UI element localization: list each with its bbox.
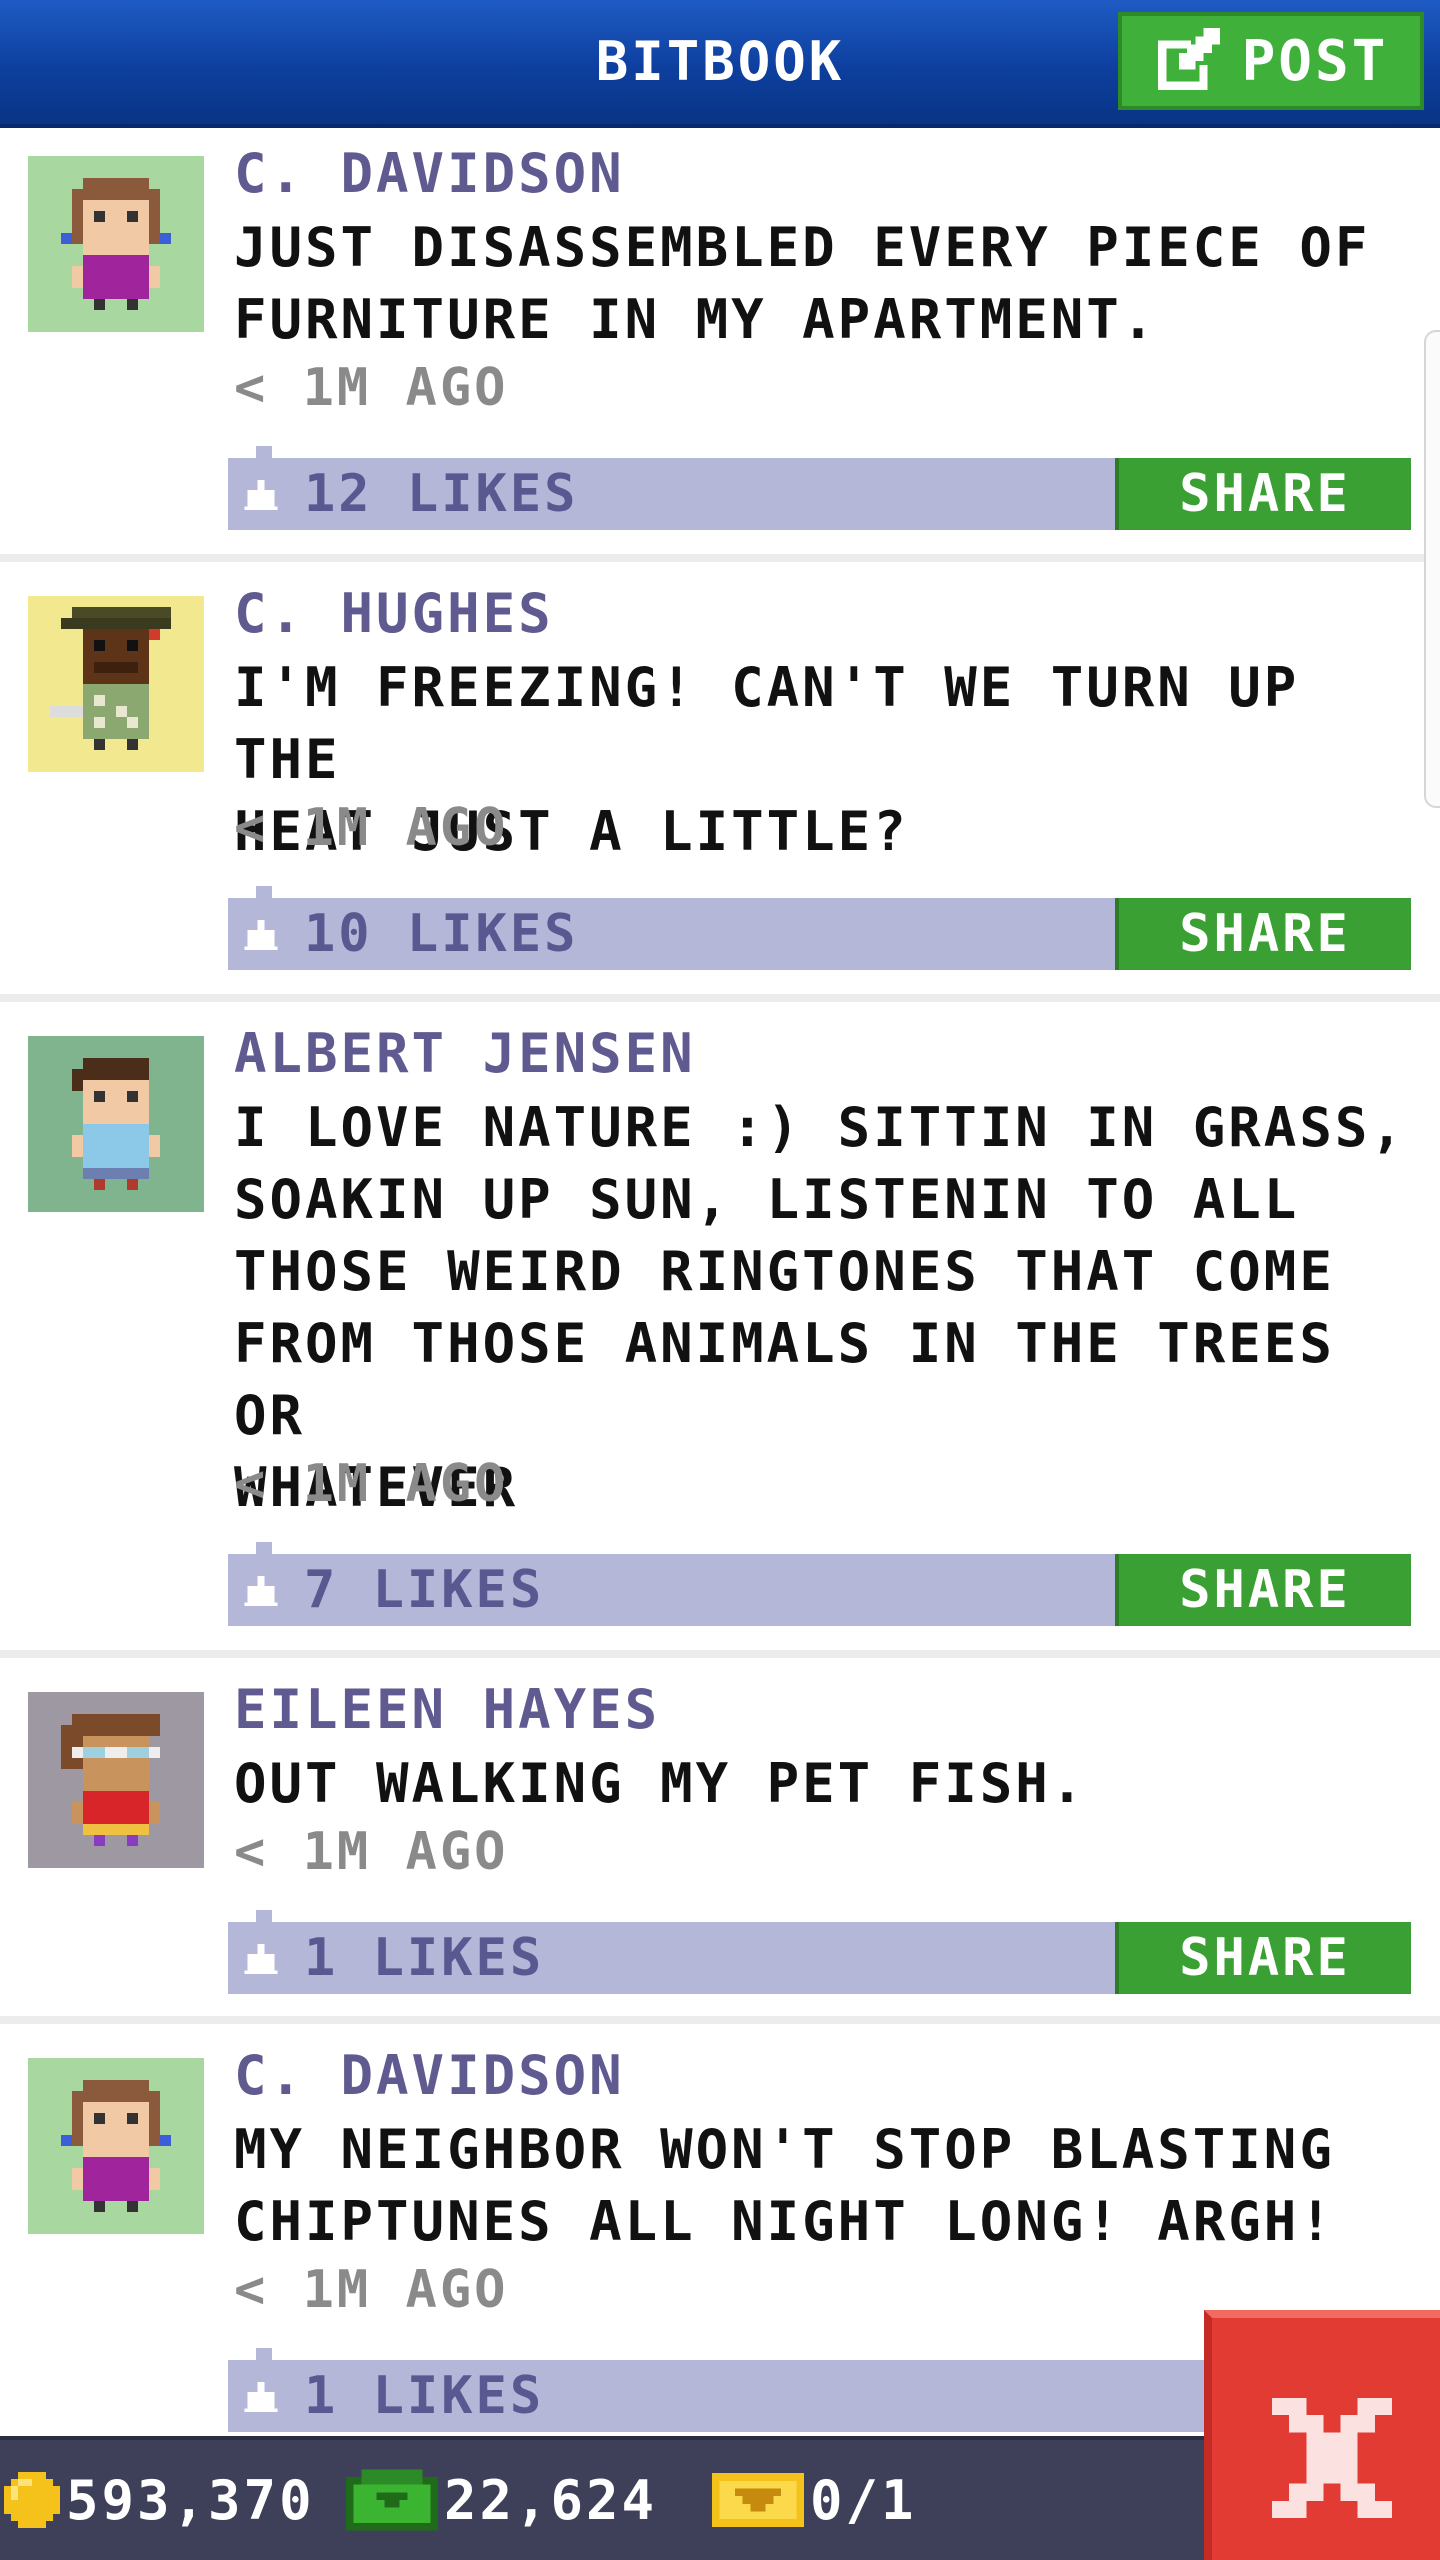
post-text: MY NEIGHBOR WON'T STOP BLASTING CHIPTUNE… — [234, 2118, 1335, 2253]
like-icon[interactable] — [244, 1944, 278, 1974]
avatar[interactable] — [28, 156, 204, 332]
post-divider — [0, 2016, 1440, 2024]
avatar-man-beret-icon — [28, 596, 204, 772]
close-icon — [1272, 2398, 1392, 2518]
coins-value: 593,370 — [66, 2468, 315, 2532]
scrollbar-thumb[interactable] — [1424, 330, 1440, 808]
likes-count: 7 LIKES — [304, 1560, 545, 1620]
likes-count: 12 LIKES — [304, 464, 579, 524]
post-button-label: POST — [1241, 28, 1389, 94]
post-divider — [0, 994, 1440, 1002]
avatar[interactable] — [28, 1692, 204, 1868]
likes-bar: 10 LIKES SHARE — [228, 886, 1411, 970]
post-author[interactable]: EILEEN HAYES — [234, 1678, 660, 1741]
avatar-woman-icon — [28, 2058, 204, 2234]
like-icon[interactable] — [244, 920, 278, 950]
post-time: < 1M AGO — [234, 1822, 509, 1882]
bux-value: 22,624 — [444, 2468, 658, 2532]
post-text: JUST DISASSEMBLED EVERY PIECE OF FURNITU… — [234, 216, 1371, 351]
post-time: < 1M AGO — [234, 798, 509, 858]
share-button[interactable]: SHARE — [1115, 898, 1411, 970]
share-button[interactable]: SHARE — [1115, 1554, 1411, 1626]
avatar-woman-glasses-icon — [28, 1692, 204, 1868]
likes-bar: 7 LIKES SHARE — [228, 1542, 1411, 1626]
like-icon[interactable] — [244, 2382, 278, 2412]
avatar[interactable] — [28, 596, 204, 772]
share-button[interactable]: SHARE — [1115, 1922, 1411, 1994]
likes-bar: 1 LIKES SHARE — [228, 1910, 1411, 1994]
post-divider — [0, 1650, 1440, 1658]
tickets-stat: 0/1 — [712, 2440, 917, 2560]
post-time: < 1M AGO — [234, 1454, 509, 1514]
bux-icon — [346, 2469, 438, 2531]
close-button[interactable] — [1204, 2310, 1440, 2560]
likes-count: 1 LIKES — [304, 2366, 545, 2426]
like-icon[interactable] — [244, 1576, 278, 1606]
post-author[interactable]: C. DAVIDSON — [234, 2044, 625, 2107]
avatar-man-icon — [28, 1036, 204, 1212]
coin-icon — [4, 2472, 60, 2528]
post-time: < 1M AGO — [234, 2260, 509, 2320]
compose-icon — [1157, 28, 1220, 90]
likes-count: 1 LIKES — [304, 1928, 545, 1988]
likes-bar: 12 LIKES SHARE — [228, 446, 1411, 530]
post-divider — [0, 554, 1440, 562]
post-author[interactable]: C. HUGHES — [234, 582, 554, 645]
like-icon[interactable] — [244, 480, 278, 510]
coins-stat: 593,370 — [4, 2440, 315, 2560]
post-author[interactable]: ALBERT JENSEN — [234, 1022, 696, 1085]
avatar[interactable] — [28, 2058, 204, 2234]
app-header: BITBOOK POST — [0, 0, 1440, 128]
tickets-value: 0/1 — [810, 2468, 917, 2532]
avatar-woman-icon — [28, 156, 204, 332]
post-text: OUT WALKING MY PET FISH. — [234, 1752, 1087, 1815]
likes-count: 10 LIKES — [304, 904, 579, 964]
share-button[interactable]: SHARE — [1115, 458, 1411, 530]
vip-ticket-icon — [712, 2473, 804, 2527]
bux-stat: 22,624 — [346, 2440, 657, 2560]
avatar[interactable] — [28, 1036, 204, 1212]
post-author[interactable]: C. DAVIDSON — [234, 142, 625, 205]
post-button[interactable]: POST — [1118, 12, 1424, 110]
post-time: < 1M AGO — [234, 358, 509, 418]
